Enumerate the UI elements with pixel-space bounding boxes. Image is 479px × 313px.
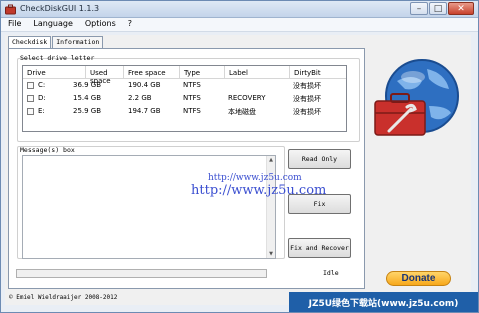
used-space: 15.4 GB bbox=[73, 94, 102, 102]
fix-button[interactable]: Fix bbox=[288, 194, 351, 214]
drive-group-label: Select drive letter bbox=[20, 54, 95, 62]
drive-letter: E: bbox=[38, 107, 45, 115]
drive-checkbox[interactable] bbox=[27, 82, 34, 89]
scroll-up-icon[interactable]: ▲ bbox=[267, 156, 275, 164]
menu-bar: File Language Options ? bbox=[1, 18, 478, 32]
fix-and-recover-button[interactable]: Fix and Recover bbox=[288, 238, 351, 258]
menu-help[interactable]: ? bbox=[121, 18, 137, 31]
message-scrollbar[interactable]: ▲ ▼ bbox=[266, 156, 275, 258]
drive-checkbox[interactable] bbox=[27, 95, 34, 102]
watermark-url-small: http://www.jz5u.com bbox=[208, 173, 302, 183]
title-bar: CheckDiskGUI 1.1.3 – □ ✕ bbox=[1, 1, 478, 18]
column-header-dirtybit[interactable]: DirtyBit bbox=[290, 66, 346, 79]
app-window: CheckDiskGUI 1.1.3 – □ ✕ File Language O… bbox=[0, 0, 479, 313]
free-space: 194.7 GB bbox=[128, 107, 161, 115]
dirty-bit: 没有损坏 bbox=[293, 95, 321, 103]
globe-toolbox-logo-icon bbox=[374, 59, 459, 136]
used-space: 25.9 GB bbox=[73, 107, 102, 115]
column-header-drive[interactable]: Drive bbox=[23, 66, 86, 79]
menu-language[interactable]: Language bbox=[26, 18, 77, 31]
maximize-button[interactable]: □ bbox=[429, 2, 447, 15]
fs-type: NTFS bbox=[183, 94, 201, 102]
free-space: 190.4 GB bbox=[128, 81, 161, 89]
minimize-button[interactable]: – bbox=[410, 2, 428, 15]
read-only-button[interactable]: Read Only bbox=[288, 149, 351, 169]
used-space: 36.9 GB bbox=[73, 81, 102, 89]
table-row[interactable]: E: 25.9 GB 194.7 GB NTFS 本地磁盘 没有损坏 bbox=[23, 106, 346, 118]
message-box[interactable]: ▲ ▼ bbox=[22, 155, 276, 259]
drive-checkbox[interactable] bbox=[27, 108, 34, 115]
drive-table[interactable]: Drive Used space Free space Type Label D… bbox=[22, 65, 347, 132]
menu-file[interactable]: File bbox=[1, 18, 26, 31]
scroll-down-icon[interactable]: ▼ bbox=[267, 250, 275, 258]
menu-options[interactable]: Options bbox=[78, 18, 121, 31]
app-icon bbox=[5, 4, 16, 15]
table-row[interactable]: D: 15.4 GB 2.2 GB NTFS RECOVERY 没有损坏 bbox=[23, 93, 346, 105]
column-header-free-space[interactable]: Free space bbox=[124, 66, 180, 79]
window-title: CheckDiskGUI 1.1.3 bbox=[20, 4, 100, 13]
dirty-bit: 没有损坏 bbox=[293, 82, 321, 90]
message-group-label: Message(s) box bbox=[20, 146, 75, 154]
volume-label: 本地磁盘 bbox=[228, 108, 256, 116]
copyright-text: © Emiel Wieldraaijer 2008-2012 bbox=[9, 294, 118, 301]
table-row[interactable]: C: 36.9 GB 190.4 GB NTFS 没有损坏 bbox=[23, 80, 346, 92]
tab-strip: Checkdisk Information bbox=[8, 36, 104, 49]
status-text: Idle bbox=[323, 269, 339, 277]
site-banner: JZ5U绿色下载站(www.jz5u.com) bbox=[289, 292, 478, 312]
volume-label: RECOVERY bbox=[228, 94, 266, 102]
fs-type: NTFS bbox=[183, 81, 201, 89]
column-header-used-space[interactable]: Used space bbox=[86, 66, 124, 85]
column-header-type[interactable]: Type bbox=[180, 66, 225, 79]
drive-letter: D: bbox=[38, 94, 46, 102]
drive-letter: C: bbox=[38, 81, 46, 89]
free-space: 2.2 GB bbox=[128, 94, 152, 102]
fs-type: NTFS bbox=[183, 107, 201, 115]
tab-information[interactable]: Information bbox=[52, 36, 104, 48]
progress-bar bbox=[16, 269, 267, 278]
donate-button[interactable]: Donate bbox=[386, 271, 451, 286]
dirty-bit: 没有损坏 bbox=[293, 108, 321, 116]
column-header-label[interactable]: Label bbox=[225, 66, 290, 79]
close-button[interactable]: ✕ bbox=[448, 2, 474, 15]
